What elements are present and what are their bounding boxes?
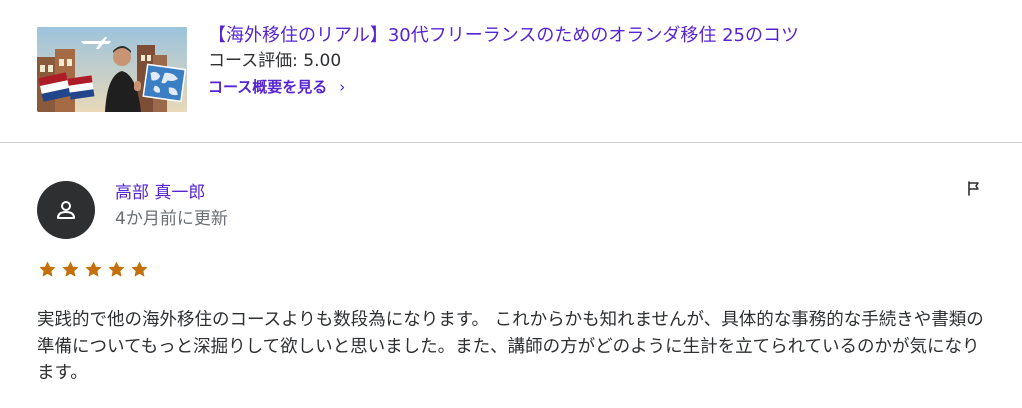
star-icon bbox=[39, 261, 56, 277]
world-map-icon bbox=[142, 63, 187, 103]
flag-icon bbox=[968, 181, 979, 196]
avatar bbox=[37, 181, 95, 239]
reviewer-name[interactable]: 高部 真一郎 bbox=[115, 181, 205, 205]
star-icon bbox=[108, 261, 125, 277]
course-overview-link[interactable]: コース概要を見る › bbox=[208, 74, 345, 100]
star-icon bbox=[62, 261, 79, 277]
star-icon bbox=[85, 261, 102, 277]
course-summary: 【海外移住のリアル】30代フリーランスのためのオランダ移住 25のコツ コース評… bbox=[0, 0, 1022, 143]
chevron-right-icon: › bbox=[339, 78, 346, 96]
course-thumbnail-image bbox=[37, 27, 187, 112]
star-icon bbox=[131, 261, 148, 277]
course-title-link[interactable]: 【海外移住のリアル】30代フリーランスのためのオランダ移住 25のコツ bbox=[208, 24, 799, 48]
review-date: 4か月前に更新 bbox=[115, 209, 228, 229]
course-rating: コース評価: 5.00 bbox=[208, 51, 342, 71]
course-overview-label: コース概要を見る bbox=[208, 78, 328, 96]
user-icon bbox=[57, 201, 75, 219]
review-card: 高部 真一郎 4か月前に更新 実践的で他の海外移住のコースよりも数段為になります… bbox=[0, 143, 1022, 408]
course-info: 【海外移住のリアル】30代フリーランスのためのオランダ移住 25のコツ コース評… bbox=[208, 24, 799, 100]
star-rating bbox=[39, 261, 148, 278]
report-button[interactable] bbox=[966, 180, 982, 196]
course-thumbnail[interactable] bbox=[37, 27, 187, 112]
review-body: 実践的で他の海外移住のコースよりも数段為になります。 これからかも知れませんが、… bbox=[37, 310, 984, 383]
